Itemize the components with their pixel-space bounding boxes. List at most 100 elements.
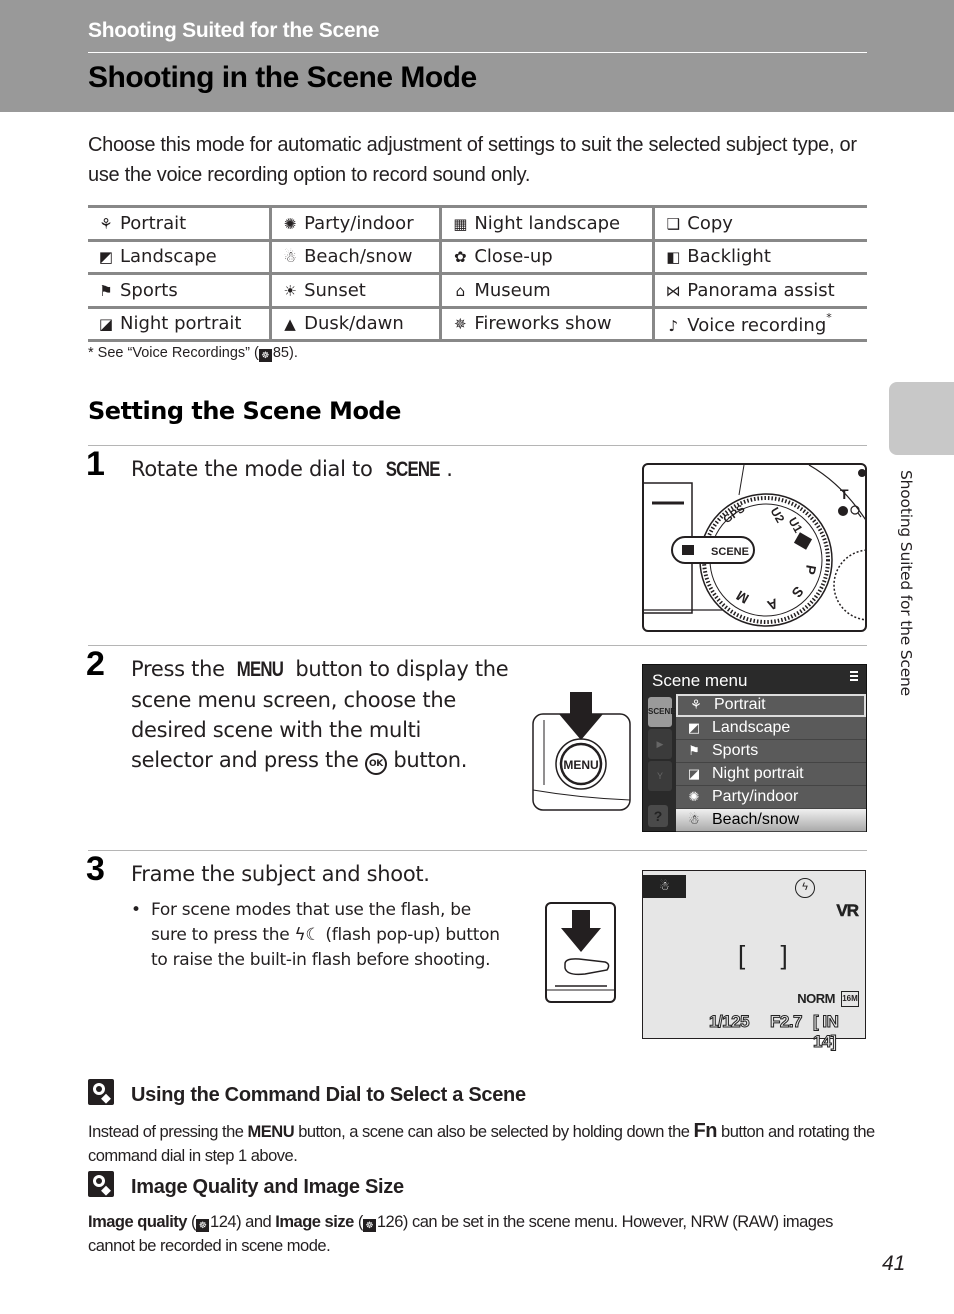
scene-mode-label: Beach/snow	[304, 246, 413, 268]
step-2-line-3: desired scene with the multi	[131, 718, 422, 742]
footnote-suffix: ).	[289, 345, 298, 361]
step-2-line-4-after: button.	[386, 748, 468, 772]
scene-mode-cell: ✺ Party/indoor	[270, 205, 443, 242]
scene-mode-cell: ▦ Night landscape	[440, 205, 656, 242]
tab-scene[interactable]: SCENE	[648, 697, 676, 727]
sports-icon: ⚑	[688, 743, 700, 758]
step-2-text: Press the MENU button to display the sce…	[131, 654, 521, 775]
fn-label: Fn	[693, 1120, 718, 1142]
scene-mode-label: SCENE	[385, 458, 441, 481]
landscape-icon: ◩	[98, 248, 114, 267]
note-2-text-part: ) and	[236, 1213, 276, 1231]
step-3-bullet-text: For scene modes that use the flash, be s…	[151, 900, 500, 970]
step-2-line-1-before: Press the	[131, 657, 232, 681]
note-2-text: Image quality (☸ 124) and Image size (☸ 12…	[88, 1210, 878, 1258]
footnote-page-ref: 85	[272, 345, 289, 361]
bullet-dot: •	[131, 900, 141, 920]
night-portrait-icon: ◪	[98, 315, 114, 334]
step-2-line-4-before: selector and press the	[131, 748, 365, 772]
scene-menu-item[interactable]: ⚘ Portrait	[676, 694, 866, 717]
close-up-icon: ✿	[454, 248, 467, 267]
step-2-line-2: scene menu screen, choose the	[131, 688, 456, 712]
scene-menu-item-label: Party/indoor	[712, 788, 799, 805]
page-header: Shooting Suited for the Scene Shooting i…	[0, 0, 954, 112]
step-divider	[88, 645, 867, 646]
image-quality-indicator: NORM	[797, 991, 835, 1006]
copy-icon: ❑	[666, 214, 681, 233]
portrait-icon: ⚘	[690, 697, 702, 712]
step-2-line-4: selector and press the OK button.	[131, 745, 521, 775]
scene-mode-cell: ✿ Close-up	[440, 238, 656, 275]
step-1-text-after: .	[446, 457, 453, 481]
note-icon	[88, 1079, 114, 1105]
scene-mode-label: Voice recording	[687, 315, 827, 337]
scene-menu-item-label: Sports	[712, 742, 759, 759]
step-3-text: Frame the subject and shoot.	[131, 862, 430, 886]
scene-mode-label: Dusk/dawn	[304, 313, 404, 335]
shutter-press-illustration	[545, 902, 617, 1004]
help-icon[interactable]: ?	[648, 805, 668, 827]
scene-menu-item[interactable]: ☃ Beach/snow	[676, 809, 866, 832]
menu-button-illustration: MENU	[530, 690, 632, 812]
step-2-number: 2	[86, 645, 105, 683]
note-1-text: Instead of pressing the MENU button, a s…	[88, 1119, 878, 1168]
page-reference-icon: ☸	[362, 1219, 376, 1232]
scene-menu-title: Scene menu	[652, 671, 748, 690]
zoom-t-label: T	[840, 486, 849, 502]
page-title: Shooting in the Scene Mode	[88, 61, 477, 94]
table-row: ◪ Night portrait ▲ Dusk/dawn ✵ Fireworks show…	[88, 305, 867, 342]
backlight-icon: ◧	[666, 248, 681, 267]
flash-mode-icon: ϟ	[795, 878, 815, 898]
scene-mode-label: Panorama assist	[687, 279, 835, 301]
chapter-title: Shooting Suited for the Scene	[88, 19, 380, 42]
footnote-prefix: * See “Voice Recordings” (	[88, 345, 259, 361]
scene-menu-item[interactable]: ✺ Party/indoor	[676, 786, 866, 809]
header-divider	[88, 52, 867, 53]
sports-icon: ⚑	[99, 281, 113, 300]
scene-menu-screen: Scene menu SCENE ▶ Y ? ⚘ Portrait ◩ Landsca…	[642, 664, 867, 832]
scene-mode-label: Backlight	[687, 246, 771, 268]
scene-mode-label: Copy	[687, 212, 733, 234]
aperture: F2.7	[769, 1012, 803, 1032]
landscape-icon: ◩	[687, 720, 701, 735]
section-title: Setting the Scene Mode	[88, 397, 401, 425]
page-number: 41	[882, 1252, 906, 1275]
scene-mode-label: Sports	[120, 279, 178, 301]
image-size-indicator: 16M	[841, 991, 859, 1007]
chapter-side-tab	[889, 382, 954, 455]
note-2-title: Image Quality and Image Size	[131, 1176, 404, 1198]
table-row: ◩ Landscape ☃ Beach/snow ✿ Close-up ◧ Backlight	[88, 238, 867, 275]
step-divider	[88, 445, 867, 446]
scene-mode-cell: ◩ Landscape	[88, 238, 273, 275]
scene-menu-item[interactable]: ◩ Landscape	[676, 717, 866, 740]
footnote-marker: *	[826, 311, 832, 325]
scene-mode-indicator: ☃	[643, 875, 686, 898]
voice-recording-icon: ♪	[668, 317, 679, 336]
scene-mode-cell: ▲ Dusk/dawn	[270, 305, 443, 342]
scene-mode-cell: ⋈ Panorama assist	[653, 272, 867, 309]
scene-mode-label: Night landscape	[474, 212, 621, 234]
beach-snow-icon: ☃	[688, 812, 700, 827]
note-1-text-part: Instead of pressing the	[88, 1123, 248, 1141]
table-row: ⚘ Portrait ✺ Party/indoor ▦ Night landscape ❑ C…	[88, 205, 867, 242]
table-row: ⚑ Sports ☀ Sunset ⌂ Museum ⋈ Panorama assist	[88, 272, 867, 309]
step-2-line-1: Press the MENU button to display the	[131, 654, 521, 685]
portrait-icon: ⚘	[99, 214, 113, 233]
mode-dial-icon: GPS U2 U1 P S A M SCENE T	[644, 465, 865, 627]
sunset-icon: ☀	[283, 281, 297, 300]
scene-modes-table: ⚘ Portrait ✺ Party/indoor ▦ Night landscape ❑ C…	[88, 205, 867, 342]
scene-mode-label: Party/indoor	[304, 212, 414, 234]
scene-mode-cell: ◧ Backlight	[653, 238, 867, 275]
scene-mode-label: Fireworks show	[474, 313, 612, 335]
menu-button-text: MENU	[563, 758, 598, 772]
scene-menu-item[interactable]: ⚑ Sports	[676, 740, 866, 763]
tab-playback[interactable]: ▶	[648, 729, 672, 759]
step-1-text: Rotate the mode dial to SCENE.	[131, 454, 453, 485]
museum-icon: ⌂	[455, 281, 466, 300]
scene-menu-item[interactable]: ◪ Night portrait	[676, 763, 866, 786]
step-1-number: 1	[86, 445, 105, 483]
party-indoor-icon: ✺	[283, 214, 297, 233]
scene-mode-cell: ⚘ Portrait	[88, 205, 273, 242]
tab-setup[interactable]: Y	[648, 761, 672, 791]
shooting-monitor: ☃ ϟ VR [ ] NORM 16M 1/125 F2.7 [ IN 14]	[642, 870, 866, 1052]
